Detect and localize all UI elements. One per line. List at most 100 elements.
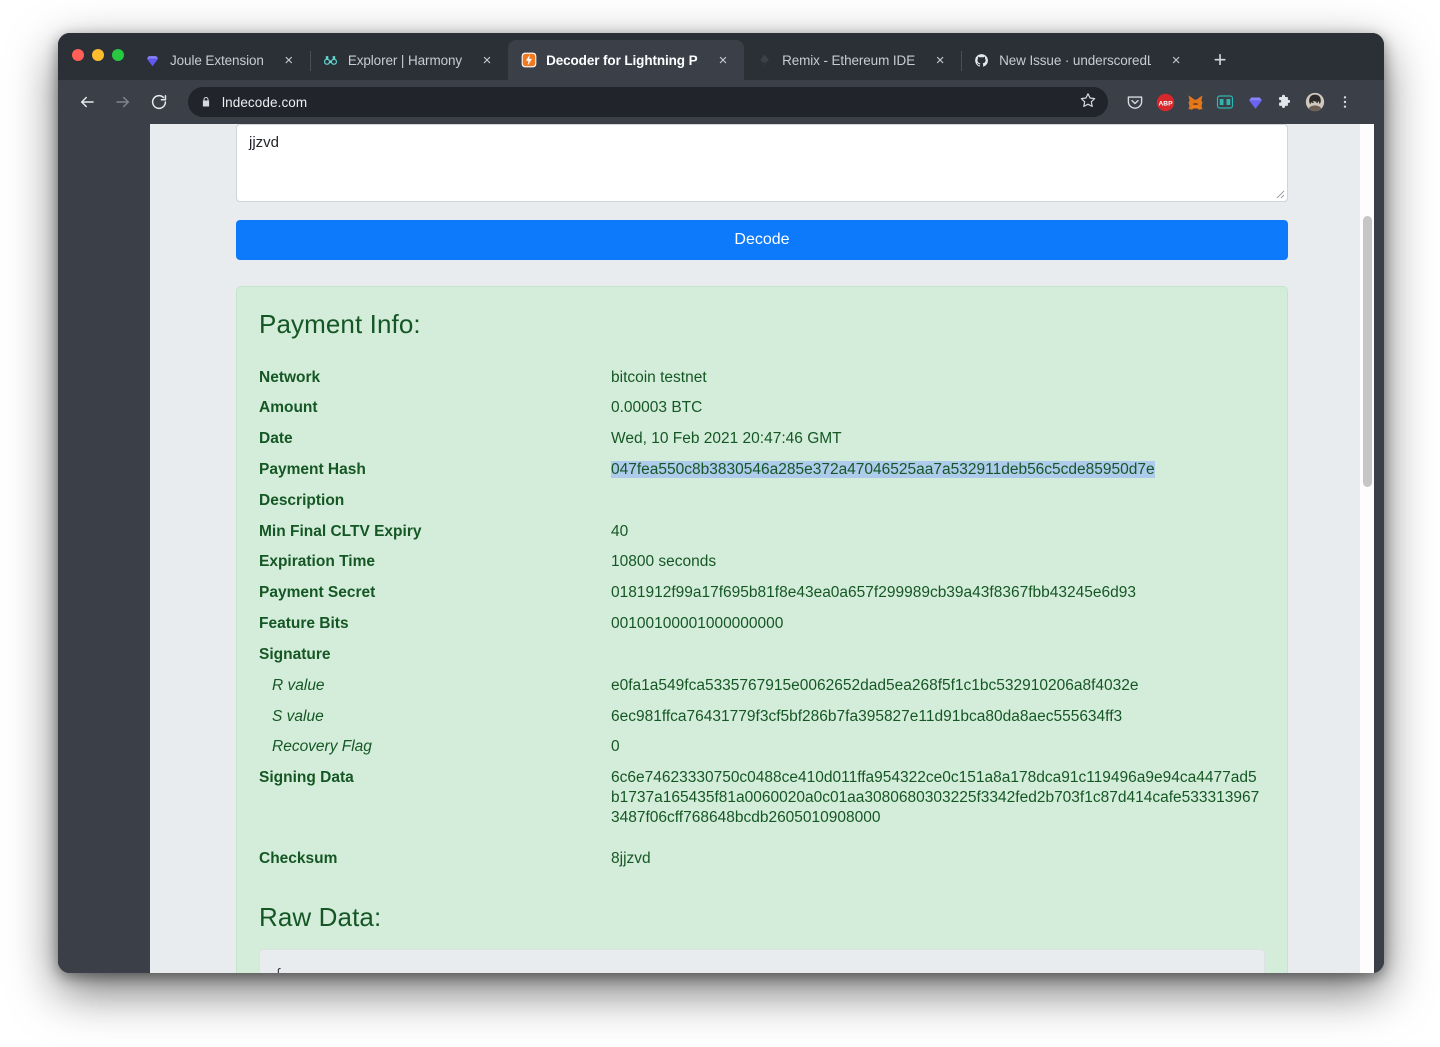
table-row-value: bitcoin testnet — [611, 368, 707, 386]
table-row-label: Amount — [259, 399, 318, 417]
decode-button[interactable]: Decode — [236, 220, 1288, 260]
table-row: Payment Secret 0181912f99a17f695b81f8e43e… — [259, 578, 1265, 609]
tab-title: Joule Extension — [170, 52, 264, 68]
reload-icon — [151, 94, 167, 110]
browser-tab-explorer-harmony[interactable]: Explorer | Harmony × — [310, 40, 510, 80]
tab-title: Decoder for Lightning Paymen — [546, 52, 698, 68]
table-row: Description — [259, 485, 1265, 516]
close-tab-button[interactable]: × — [476, 49, 498, 71]
joule-diamond-icon[interactable] — [1240, 87, 1270, 117]
table-row-value: 8jjzvd — [611, 849, 651, 867]
browser-tab-new-issue-underscoredlabs[interactable]: New Issue · underscoredLabs/ × — [961, 40, 1197, 80]
invoice-textarea[interactable]: jjzvd — [236, 124, 1288, 202]
browser-window: Joule Extension × Explorer | Harmony × D… — [58, 33, 1384, 973]
adblock-plus-icon[interactable]: ABP — [1150, 87, 1180, 117]
address-bar-text: lndecode.com — [222, 94, 308, 110]
table-row-value: e0fa1a549fca5335767915e0062652dad5ea268f… — [611, 676, 1139, 694]
svg-text:ABP: ABP — [1158, 100, 1173, 107]
table-row-value — [611, 485, 1265, 516]
browser-menu-icon[interactable] — [1330, 87, 1360, 117]
selected-text: 047fea550c8b3830546a285e372a47046525aa7a… — [611, 460, 1155, 478]
arrow-right-icon — [116, 96, 129, 108]
table-row: Signing Data 6c6e74623330750c0488ce410d01… — [259, 763, 1265, 833]
table-row: Min Final CLTV Expiry 40 — [259, 516, 1265, 547]
screenshot-root: Joule Extension × Explorer | Harmony × D… — [0, 0, 1440, 1047]
resize-handle-icon[interactable] — [1273, 187, 1285, 199]
star-icon[interactable] — [1080, 92, 1096, 113]
window-traffic-lights — [72, 49, 124, 61]
address-bar[interactable]: lndecode.com — [188, 87, 1108, 117]
table-row-spacer — [259, 833, 1265, 843]
table-row: S value 6ec981ffca76431779f3cf5bf286b7fa3… — [259, 701, 1265, 732]
table-row-value — [611, 639, 1265, 670]
raw-data-heading: Raw Data: — [259, 902, 382, 933]
table-row-value: 6ec981ffca76431779f3cf5bf286b7fa395827e1… — [611, 707, 1123, 725]
tab-title: Remix - Ethereum IDE — [782, 52, 916, 68]
back-button[interactable] — [70, 85, 104, 119]
table-row: Signature — [259, 639, 1265, 670]
table-row-value: Wed, 10 Feb 2021 20:47:46 GMT — [611, 430, 842, 448]
table-row: Recovery Flag 0 — [259, 732, 1265, 763]
raw-json-block: { "human_readable_part": { "prefix": "ln… — [259, 949, 1265, 973]
table-row-value: 6c6e74623330750c0488ce410d011ffa954322ce… — [611, 769, 1260, 826]
page-scrollbar-track[interactable] — [1360, 124, 1374, 973]
maximize-window-button[interactable] — [112, 49, 124, 61]
browser-tab-remix-ethereum-ide[interactable]: Remix - Ethereum IDE × — [744, 40, 963, 80]
browser-navigation-bar: lndecode.com ABP — [58, 80, 1384, 124]
tab-list: Joule Extension × Explorer | Harmony × D… — [132, 33, 1237, 80]
harmony-binoculars-icon[interactable] — [1210, 87, 1240, 117]
diamond-icon — [144, 52, 161, 69]
tab-title: Explorer | Harmony — [347, 52, 463, 68]
table-row: Date Wed, 10 Feb 2021 20:47:46 GMT — [259, 424, 1265, 455]
table-row-label: Signature — [259, 645, 331, 663]
payment-info-heading: Payment Info: — [259, 309, 421, 339]
extension-toolbar: ABP — [1120, 87, 1360, 117]
table-row-label: Checksum — [259, 849, 338, 867]
browser-tab-joule-extension[interactable]: Joule Extension × — [132, 40, 311, 80]
viewport-right-gutter — [1374, 124, 1384, 973]
lightning-bolt-icon — [520, 52, 537, 69]
pocket-icon[interactable] — [1120, 87, 1150, 117]
new-tab-button[interactable]: + — [1203, 40, 1237, 80]
table-row-value: 0.00003 BTC — [611, 399, 703, 417]
table-row-value: 00100100001000000000 — [611, 615, 784, 633]
table-row-value: 047fea550c8b3830546a285e372a47046525aa7a… — [611, 454, 1265, 485]
table-row-label: Description — [259, 491, 345, 509]
table-row-value: 0181912f99a17f695b81f8e43ea0a657f299989c… — [611, 584, 1136, 602]
page-container: jjzvd Decode Payment Info: Network bitcoi… — [212, 124, 1312, 973]
reload-button[interactable] — [142, 85, 176, 119]
table-row-label: Min Final CLTV Expiry — [259, 522, 422, 540]
minimize-window-button[interactable] — [92, 49, 104, 61]
table-row-label: Date — [259, 430, 293, 448]
ethereum-icon — [756, 52, 773, 69]
payment-info-panel: Payment Info: Network bitcoin testnet Amou… — [236, 286, 1288, 973]
close-tab-button[interactable]: × — [278, 49, 300, 71]
close-window-button[interactable] — [72, 49, 84, 61]
binoculars-icon — [322, 52, 339, 69]
padlock-icon — [200, 95, 212, 109]
table-row: R value e0fa1a549fca5335767915e0062652dad… — [259, 670, 1265, 701]
browser-tab-decoder-for-lightning-payments[interactable]: Decoder for Lightning Paymen × — [508, 40, 745, 80]
table-row: Network bitcoin testnet — [259, 362, 1265, 393]
tab-strip: Joule Extension × Explorer | Harmony × D… — [58, 33, 1384, 80]
table-row-label: Payment Secret — [259, 584, 376, 602]
table-row-label: S value — [272, 707, 324, 725]
invoice-input-section: jjzvd — [212, 124, 1312, 202]
table-row-label: Expiration Time — [259, 553, 375, 571]
github-icon — [973, 52, 990, 69]
extensions-puzzle-icon[interactable] — [1270, 87, 1300, 117]
table-row: Amount 0.00003 BTC — [259, 393, 1265, 424]
page-scrollbar-thumb[interactable] — [1362, 216, 1372, 487]
browser-viewport: jjzvd Decode Payment Info: Network bitcoi… — [58, 124, 1384, 973]
table-row: Expiration Time 10800 seconds — [259, 547, 1265, 578]
viewport-left-gutter — [58, 124, 150, 973]
metamask-fox-icon[interactable] — [1180, 87, 1210, 117]
arrow-left-icon — [81, 96, 94, 108]
account-avatar-icon[interactable] — [1300, 87, 1330, 117]
table-row: Feature Bits 00100100001000000000 — [259, 609, 1265, 640]
close-tab-button[interactable]: × — [1165, 49, 1187, 71]
forward-button[interactable] — [106, 85, 140, 119]
close-tab-button[interactable]: × — [712, 49, 734, 71]
close-tab-button[interactable]: × — [929, 49, 951, 71]
payment-info-table: Network bitcoin testnet Amount 0.00003 BTC D… — [259, 362, 1265, 874]
